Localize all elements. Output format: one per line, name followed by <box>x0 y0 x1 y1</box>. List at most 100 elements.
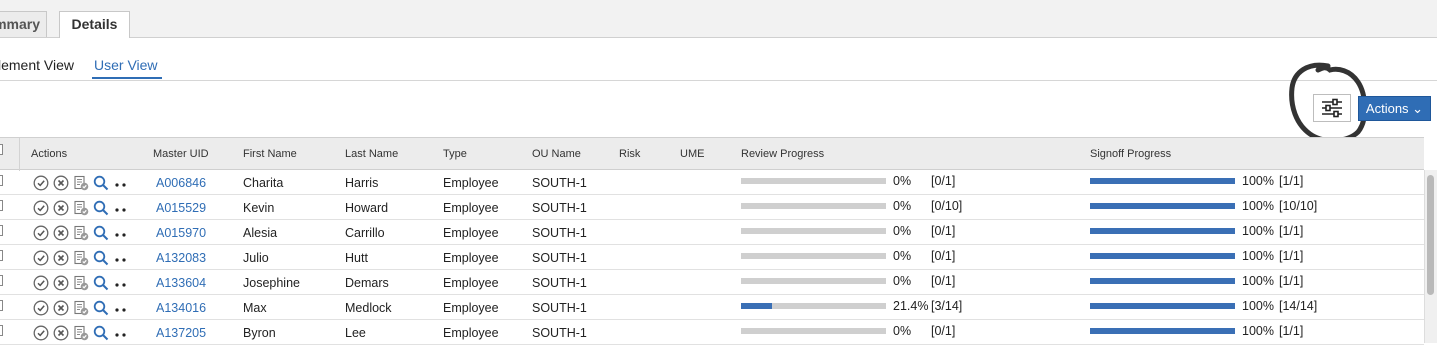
reject-icon[interactable] <box>53 275 69 291</box>
more-icon[interactable] <box>113 275 129 291</box>
search-icon[interactable] <box>93 200 109 216</box>
column-header-ou-name[interactable]: OU Name <box>532 148 581 160</box>
last-name-cell: Lee <box>345 326 366 340</box>
row-checkbox[interactable] <box>0 300 3 311</box>
table-row[interactable]: A134016 Max Medlock Employee SOUTH-1 21.4% [3/… <box>0 295 1424 320</box>
type-cell: Employee <box>443 251 499 265</box>
search-icon[interactable] <box>93 175 109 191</box>
table-row[interactable]: A137205 Byron Lee Employee SOUTH-1 0% [0/1] 100… <box>0 320 1424 345</box>
signoff-progress-count: [1/1] <box>1279 224 1304 238</box>
select-all-checkbox[interactable] <box>0 144 3 155</box>
column-header-risk[interactable]: Risk <box>619 148 640 160</box>
vertical-scrollbar[interactable] <box>1424 170 1437 343</box>
reject-icon[interactable] <box>53 325 69 341</box>
table-row[interactable]: A015529 Kevin Howard Employee SOUTH-1 0% [0/10… <box>0 195 1424 220</box>
certify-document-icon[interactable] <box>73 250 89 266</box>
row-action-icons <box>33 224 129 242</box>
column-header-master-uid[interactable]: Master UID <box>153 148 209 160</box>
signoff-progress-bar <box>1090 278 1235 284</box>
more-icon[interactable] <box>113 175 129 191</box>
first-name-cell: Byron <box>243 326 276 340</box>
signoff-progress-percent: 100% <box>1242 249 1274 263</box>
signoff-progress-count: [14/14] <box>1279 299 1318 313</box>
last-name-cell: Hutt <box>345 251 368 265</box>
column-header-type[interactable]: Type <box>443 148 467 160</box>
reject-icon[interactable] <box>53 175 69 191</box>
row-checkbox[interactable] <box>0 200 3 211</box>
search-icon[interactable] <box>93 225 109 241</box>
certify-document-icon[interactable] <box>73 275 89 291</box>
row-checkbox[interactable] <box>0 225 3 236</box>
row-action-icons <box>33 274 129 292</box>
reject-icon[interactable] <box>53 225 69 241</box>
signoff-progress-fill <box>1090 303 1235 309</box>
scrollbar-thumb[interactable] <box>1427 175 1434 295</box>
signoff-progress-bar <box>1090 328 1235 334</box>
row-checkbox[interactable] <box>0 175 3 186</box>
review-progress-count: [0/1] <box>931 324 956 338</box>
master-uid-link[interactable]: A006846 <box>156 176 206 190</box>
ou-name-cell: SOUTH-1 <box>532 226 587 240</box>
approve-icon[interactable] <box>33 200 49 216</box>
review-progress-percent: 0% <box>893 199 912 213</box>
master-uid-link[interactable]: A015529 <box>156 201 206 215</box>
tab-summary[interactable]: mmary <box>0 11 47 37</box>
table-row[interactable]: A132083 Julio Hutt Employee SOUTH-1 0% [0/1] 10… <box>0 245 1424 270</box>
column-header-ume[interactable]: UME <box>680 148 704 160</box>
signoff-progress-bar <box>1090 203 1235 209</box>
row-action-icons <box>33 324 129 342</box>
row-checkbox[interactable] <box>0 250 3 261</box>
more-icon[interactable] <box>113 225 129 241</box>
approve-icon[interactable] <box>33 275 49 291</box>
search-icon[interactable] <box>93 325 109 341</box>
tab-details[interactable]: Details <box>59 11 130 38</box>
review-progress-count: [0/1] <box>931 174 956 188</box>
sliders-icon <box>1322 98 1342 118</box>
filter-settings-button[interactable] <box>1313 94 1351 122</box>
table-row[interactable]: A006846 Charita Harris Employee SOUTH-1 0% [0/… <box>0 170 1424 195</box>
certify-document-icon[interactable] <box>73 200 89 216</box>
table-row[interactable]: A133604 Josephine Demars Employee SOUTH-1 0% [… <box>0 270 1424 295</box>
certify-document-icon[interactable] <box>73 325 89 341</box>
master-uid-link[interactable]: A133604 <box>156 276 206 290</box>
first-name-cell: Josephine <box>243 276 300 290</box>
table-row[interactable]: A015970 Alesia Carrillo Employee SOUTH-1 0% [0… <box>0 220 1424 245</box>
signoff-progress-bar <box>1090 228 1235 234</box>
column-header-review-progress[interactable]: Review Progress <box>741 148 824 160</box>
master-uid-link[interactable]: A132083 <box>156 251 206 265</box>
certify-document-icon[interactable] <box>73 225 89 241</box>
search-icon[interactable] <box>93 250 109 266</box>
view-subtabs: lement View User View <box>0 37 1437 81</box>
more-icon[interactable] <box>113 325 129 341</box>
subtab-entitlement-view[interactable]: lement View <box>0 57 74 73</box>
approve-icon[interactable] <box>33 250 49 266</box>
search-icon[interactable] <box>93 275 109 291</box>
reject-icon[interactable] <box>53 300 69 316</box>
more-icon[interactable] <box>113 250 129 266</box>
search-icon[interactable] <box>93 300 109 316</box>
more-icon[interactable] <box>113 200 129 216</box>
column-header-first-name[interactable]: First Name <box>243 148 297 160</box>
master-uid-link[interactable]: A015970 <box>156 226 206 240</box>
more-icon[interactable] <box>113 300 129 316</box>
column-header-last-name[interactable]: Last Name <box>345 148 398 160</box>
table-header: Actions Master UID First Name Last Name … <box>0 137 1424 171</box>
approve-icon[interactable] <box>33 225 49 241</box>
certify-document-icon[interactable] <box>73 175 89 191</box>
row-checkbox[interactable] <box>0 275 3 286</box>
actions-button[interactable]: Actions ⌄ <box>1358 96 1431 121</box>
reject-icon[interactable] <box>53 250 69 266</box>
review-progress-bar <box>741 328 886 334</box>
column-header-signoff-progress[interactable]: Signoff Progress <box>1090 148 1171 160</box>
row-checkbox[interactable] <box>0 325 3 336</box>
reject-icon[interactable] <box>53 200 69 216</box>
approve-icon[interactable] <box>33 325 49 341</box>
master-uid-link[interactable]: A137205 <box>156 326 206 340</box>
approve-icon[interactable] <box>33 300 49 316</box>
approve-icon[interactable] <box>33 175 49 191</box>
subtab-user-view[interactable]: User View <box>94 57 158 73</box>
review-progress-percent: 0% <box>893 174 912 188</box>
certify-document-icon[interactable] <box>73 300 89 316</box>
signoff-progress-percent: 100% <box>1242 299 1274 313</box>
master-uid-link[interactable]: A134016 <box>156 301 206 315</box>
